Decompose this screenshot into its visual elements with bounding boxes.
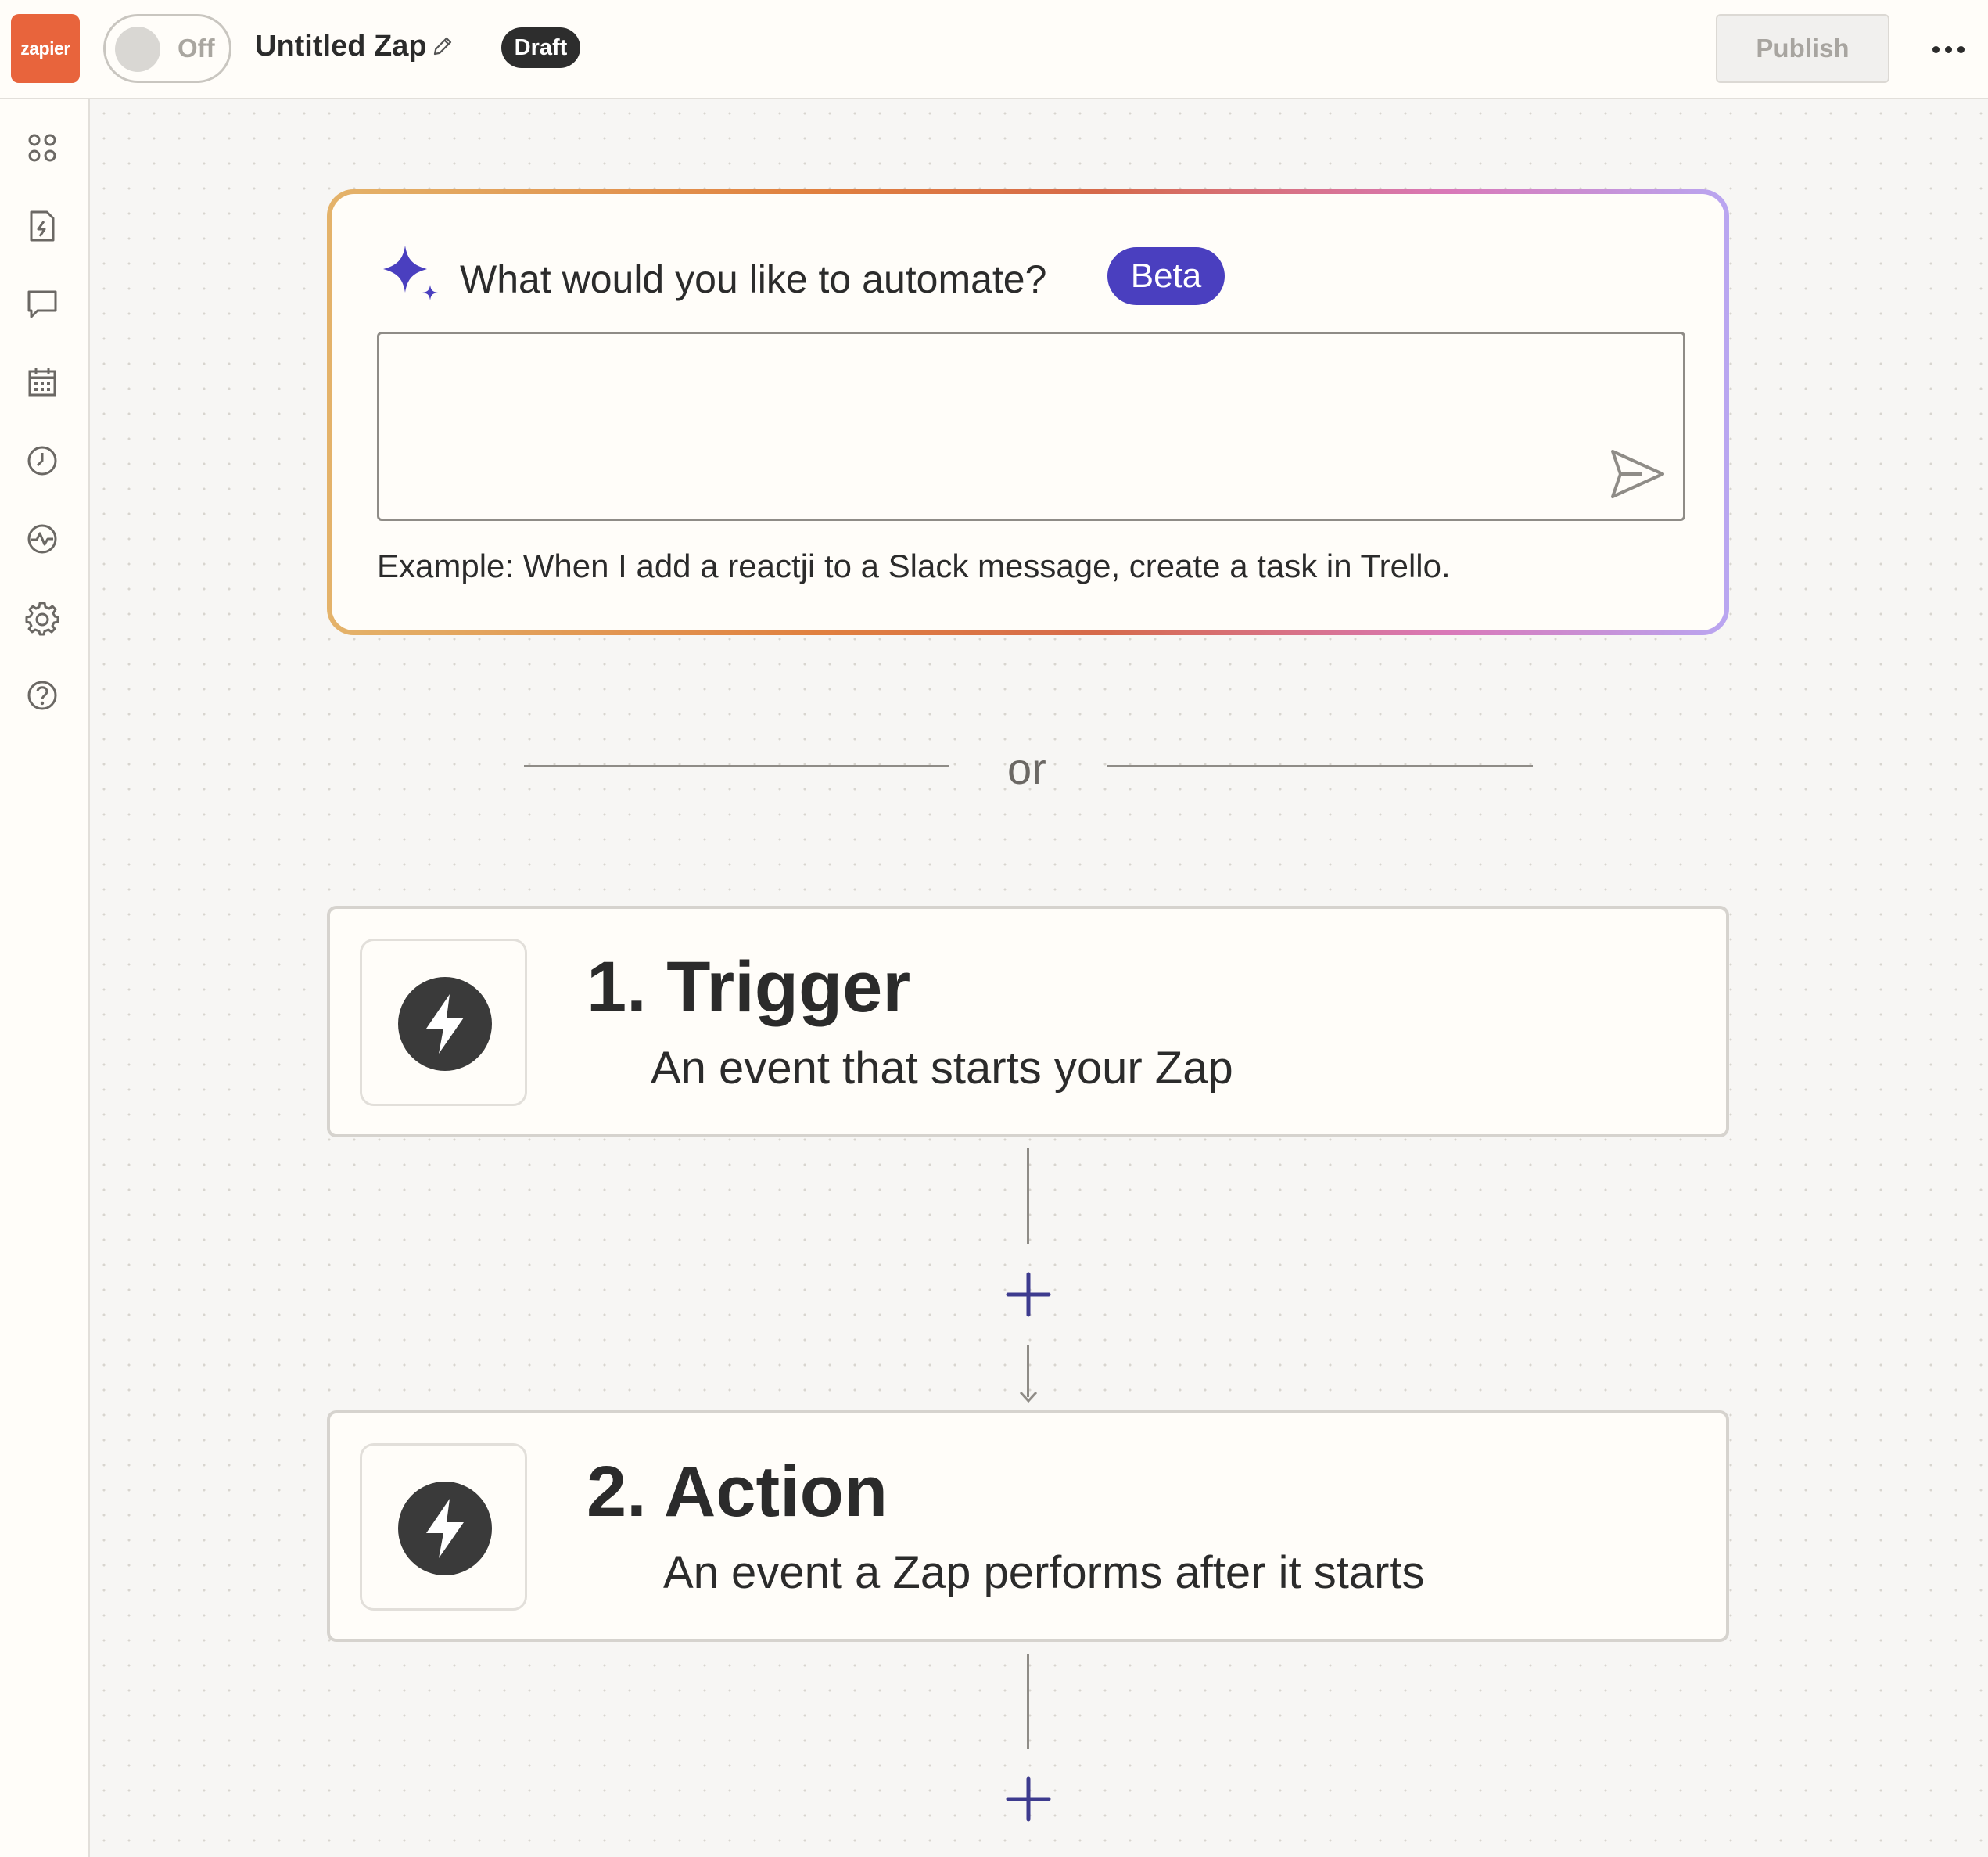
calendar-icon[interactable]: [23, 364, 61, 401]
apps-icon[interactable]: [23, 129, 61, 167]
action-step-card[interactable]: 2. Action An event a Zap performs after …: [327, 1410, 1729, 1642]
connector-line: [1027, 1148, 1029, 1244]
toggle-label: Off: [178, 34, 215, 63]
zap-title[interactable]: Untitled Zap: [255, 30, 427, 63]
more-options-icon[interactable]: [1921, 30, 1975, 69]
zap-file-icon[interactable]: [23, 207, 61, 245]
ai-prompt-example: Example: When I add a reactji to a Slack…: [377, 548, 1451, 584]
divider-line-left: [524, 765, 949, 767]
zap-on-off-toggle[interactable]: Off: [103, 14, 231, 83]
add-step-button[interactable]: [1003, 1270, 1053, 1320]
trigger-step-card[interactable]: 1. Trigger An event that starts your Zap: [327, 906, 1729, 1137]
sparkle-icon: [383, 246, 438, 300]
action-step-title: 2. Action: [587, 1452, 888, 1532]
add-step-button[interactable]: [1003, 1774, 1053, 1824]
trigger-step-description: An event that starts your Zap: [651, 1043, 1233, 1094]
ai-prompt-question: What would you like to automate?: [460, 257, 1047, 301]
comment-icon[interactable]: [23, 286, 61, 323]
action-icon-box: [360, 1443, 527, 1611]
toggle-knob: [115, 27, 160, 72]
plus-icon: [1006, 1272, 1051, 1317]
trigger-icon-box: [360, 939, 527, 1106]
status-badge: Draft: [501, 27, 580, 68]
plus-icon: [1006, 1776, 1051, 1822]
lightning-bolt-icon: [398, 1482, 492, 1575]
or-divider-text: or: [1007, 744, 1046, 793]
lightning-bolt-icon: [398, 977, 492, 1071]
send-icon[interactable]: [1608, 447, 1667, 501]
divider-line-right: [1107, 765, 1533, 767]
beta-badge: Beta: [1107, 247, 1225, 305]
top-bar: zapier Off Untitled Zap Draft Publish: [0, 0, 1988, 99]
activity-icon[interactable]: [23, 520, 61, 558]
left-sidebar: [0, 99, 90, 1857]
trigger-step-title: 1. Trigger: [587, 947, 911, 1027]
settings-icon[interactable]: [23, 598, 61, 636]
help-icon[interactable]: [23, 677, 61, 714]
connector-line: [1027, 1654, 1029, 1749]
ai-prompt-input[interactable]: [377, 332, 1685, 521]
action-step-description: An event a Zap performs after it starts: [663, 1547, 1425, 1598]
publish-button[interactable]: Publish: [1716, 14, 1889, 83]
pencil-icon[interactable]: [431, 34, 454, 58]
arrow-down-icon: [1019, 1391, 1038, 1403]
zapier-logo[interactable]: zapier: [11, 14, 80, 83]
ai-prompt-card: What would you like to automate? Beta Ex…: [327, 189, 1729, 635]
history-icon[interactable]: [23, 442, 61, 480]
